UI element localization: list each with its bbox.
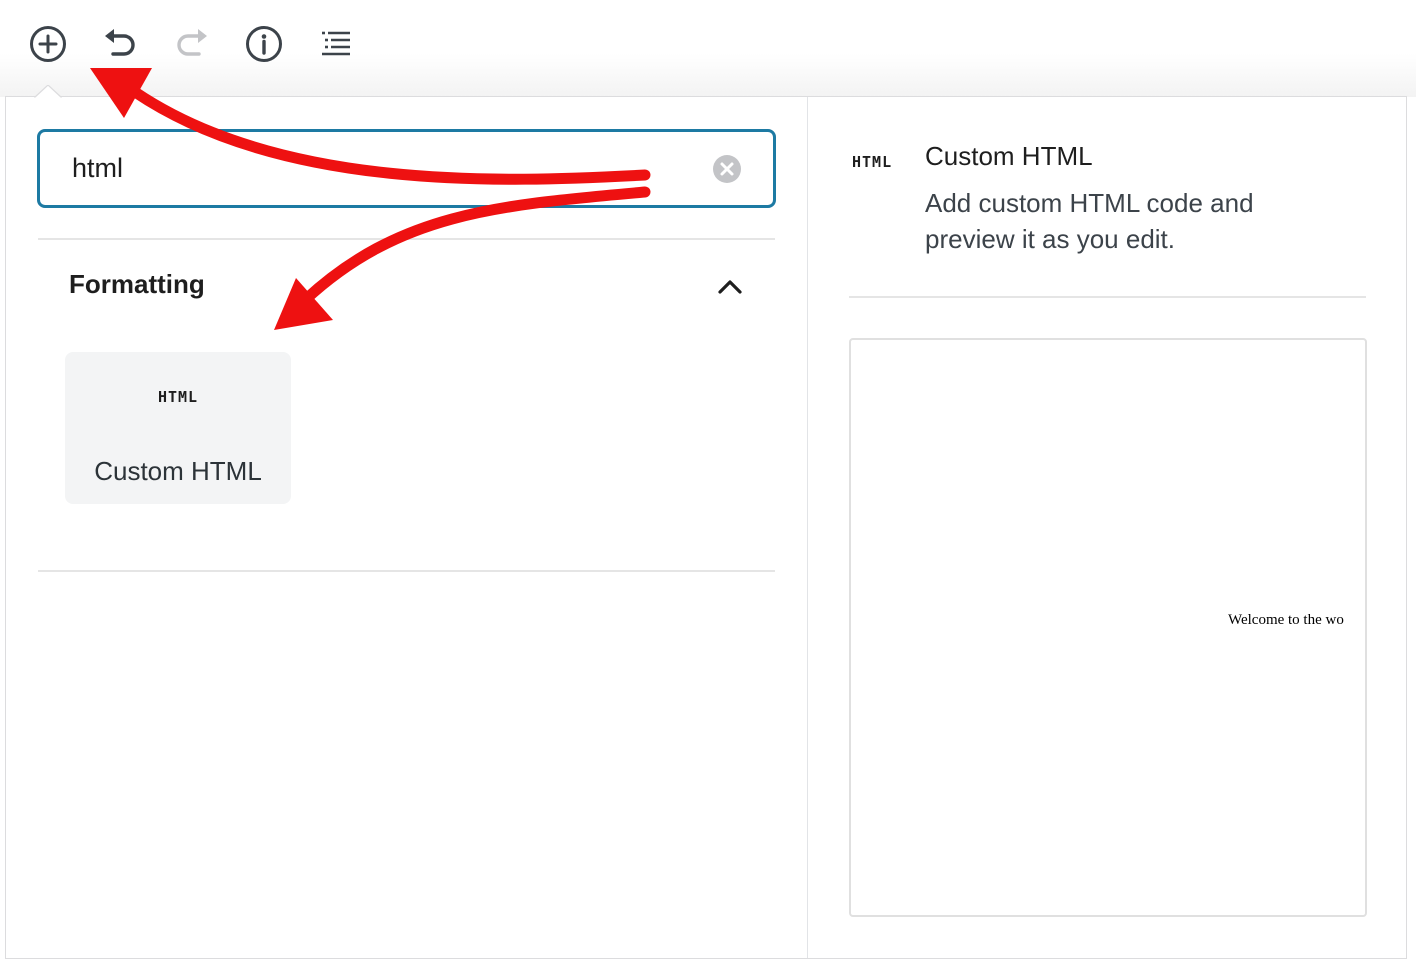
search-field[interactable] bbox=[37, 129, 776, 208]
divider bbox=[38, 238, 775, 240]
html-block-icon: HTML bbox=[157, 388, 199, 406]
preview-description: Add custom HTML code and preview it as y… bbox=[925, 188, 1254, 254]
block-library: Formatting HTML Custom HTML bbox=[6, 97, 808, 958]
details-button[interactable] bbox=[242, 22, 286, 66]
html-block-icon: HTML bbox=[852, 153, 893, 171]
chevron-up-icon bbox=[718, 280, 742, 294]
preview-sample-text: Welcome to the wo bbox=[1228, 612, 1344, 628]
panel-toggle-button[interactable] bbox=[712, 269, 748, 305]
redo-button[interactable] bbox=[170, 22, 214, 66]
redo-icon bbox=[177, 29, 207, 56]
clear-search-button[interactable] bbox=[712, 154, 742, 184]
divider bbox=[849, 296, 1366, 298]
popover-pointer bbox=[34, 85, 62, 99]
preview-title: Custom HTML bbox=[925, 141, 1093, 171]
undo-button[interactable] bbox=[98, 22, 142, 66]
divider bbox=[38, 570, 775, 572]
list-view-button[interactable] bbox=[314, 22, 358, 66]
plus-circle-icon bbox=[30, 26, 66, 62]
block-inserter-popover: Formatting HTML Custom HTML HTML Custom … bbox=[5, 96, 1407, 959]
block-preview-pane: HTML Custom HTML Add custom HTML code an… bbox=[808, 97, 1406, 958]
info-icon bbox=[246, 26, 282, 62]
panel-title: Formatting bbox=[69, 269, 205, 299]
block-item-custom-html[interactable]: HTML Custom HTML bbox=[65, 352, 291, 504]
inserter-toggle-button[interactable] bbox=[26, 22, 70, 66]
editor-toolbar bbox=[0, 0, 1416, 97]
preview-frame: Welcome to the wo bbox=[849, 338, 1367, 917]
undo-icon bbox=[105, 29, 135, 56]
clear-circle-icon bbox=[713, 155, 741, 183]
list-view-icon bbox=[322, 31, 350, 56]
search-input[interactable] bbox=[72, 150, 672, 186]
block-item-label: Custom HTML bbox=[94, 456, 262, 486]
